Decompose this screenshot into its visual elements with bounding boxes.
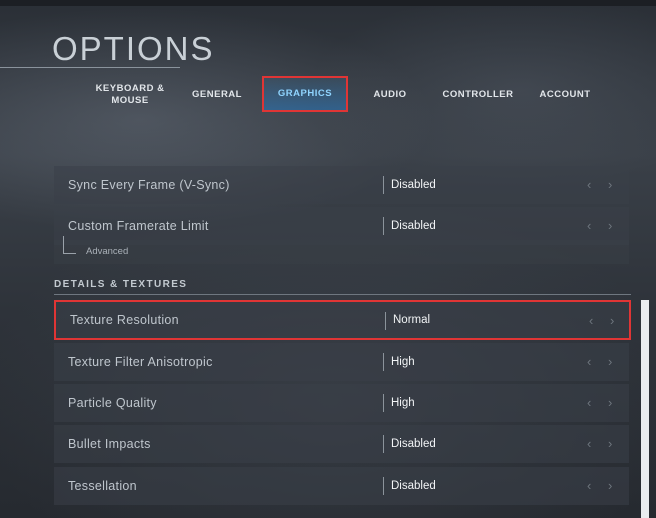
chevron-left-icon[interactable]: ‹ (587, 355, 591, 368)
chevron-right-icon[interactable]: › (608, 219, 612, 232)
tab-keyboard-mouse[interactable]: KEYBOARD & MOUSE (90, 76, 170, 114)
setting-value: High (391, 397, 415, 409)
tab-bar: KEYBOARD & MOUSE GENERAL GRAPHICS AUDIO C… (0, 76, 656, 116)
sub-setting-advanced[interactable]: Advanced (54, 236, 629, 264)
setting-row-texture-filter[interactable]: Texture Filter Anisotropic High ‹ › (54, 343, 629, 381)
scrollbar[interactable] (641, 300, 649, 518)
chevron-left-icon[interactable]: ‹ (587, 219, 591, 232)
setting-value: Disabled (391, 438, 436, 450)
setting-row-bullet-impacts[interactable]: Bullet Impacts Disabled ‹ › (54, 425, 629, 463)
tab-general[interactable]: GENERAL (186, 76, 248, 114)
setting-label: Tessellation (68, 479, 137, 493)
chevron-right-icon[interactable]: › (608, 396, 612, 409)
setting-value: Disabled (391, 480, 436, 492)
tab-label: CONTROLLER (442, 89, 514, 100)
tab-account[interactable]: ACCOUNT (534, 76, 596, 114)
setting-value: Disabled (391, 179, 436, 191)
row-divider (383, 435, 384, 453)
setting-value: Disabled (391, 220, 436, 232)
tab-label: ACCOUNT (539, 89, 591, 100)
setting-label: Particle Quality (68, 396, 157, 410)
chevron-right-icon[interactable]: › (608, 479, 612, 492)
setting-row-particle-quality[interactable]: Particle Quality High ‹ › (54, 384, 629, 422)
tab-label-line2: MOUSE (111, 95, 149, 106)
setting-value: High (391, 356, 415, 368)
row-divider (383, 176, 384, 194)
setting-label: Texture Resolution (70, 313, 179, 327)
setting-label: Custom Framerate Limit (68, 219, 209, 233)
setting-label: Texture Filter Anisotropic (68, 355, 213, 369)
chevron-left-icon[interactable]: ‹ (587, 479, 591, 492)
tab-label: AUDIO (373, 89, 407, 100)
top-bar (0, 0, 656, 6)
tab-label: GRAPHICS (277, 88, 333, 99)
chevron-right-icon[interactable]: › (608, 355, 612, 368)
chevron-left-icon[interactable]: ‹ (587, 178, 591, 191)
section-divider (54, 294, 631, 295)
row-divider (383, 217, 384, 235)
row-divider (383, 394, 384, 412)
tab-controller[interactable]: CONTROLLER (440, 76, 516, 114)
tab-label-line1: KEYBOARD & (95, 83, 165, 94)
chevron-right-icon[interactable]: › (610, 314, 614, 327)
row-divider (383, 477, 384, 495)
page-title: OPTIONS (52, 30, 215, 67)
setting-row-vsync[interactable]: Sync Every Frame (V-Sync) Disabled ‹ › (54, 166, 629, 204)
chevron-right-icon[interactable]: › (608, 437, 612, 450)
setting-value: Normal (393, 314, 431, 326)
chevron-left-icon[interactable]: ‹ (587, 437, 591, 450)
chevron-left-icon[interactable]: ‹ (589, 314, 593, 327)
tab-graphics[interactable]: GRAPHICS (262, 76, 348, 112)
row-divider (385, 312, 386, 330)
row-divider (383, 353, 384, 371)
chevron-right-icon[interactable]: › (608, 178, 612, 191)
section-title: DETAILS & TEXTURES (54, 279, 188, 290)
setting-row-texture-resolution[interactable]: Texture Resolution Normal ‹ › (54, 300, 631, 340)
tree-branch-icon (63, 236, 76, 254)
setting-label: Sync Every Frame (V-Sync) (68, 178, 230, 192)
setting-row-tessellation[interactable]: Tessellation Disabled ‹ › (54, 467, 629, 505)
chevron-left-icon[interactable]: ‹ (587, 396, 591, 409)
setting-label: Bullet Impacts (68, 437, 151, 451)
title-underline (0, 67, 180, 68)
tab-label: GENERAL (192, 89, 242, 100)
sub-setting-label: Advanced (86, 246, 129, 257)
tab-audio[interactable]: AUDIO (366, 76, 414, 114)
